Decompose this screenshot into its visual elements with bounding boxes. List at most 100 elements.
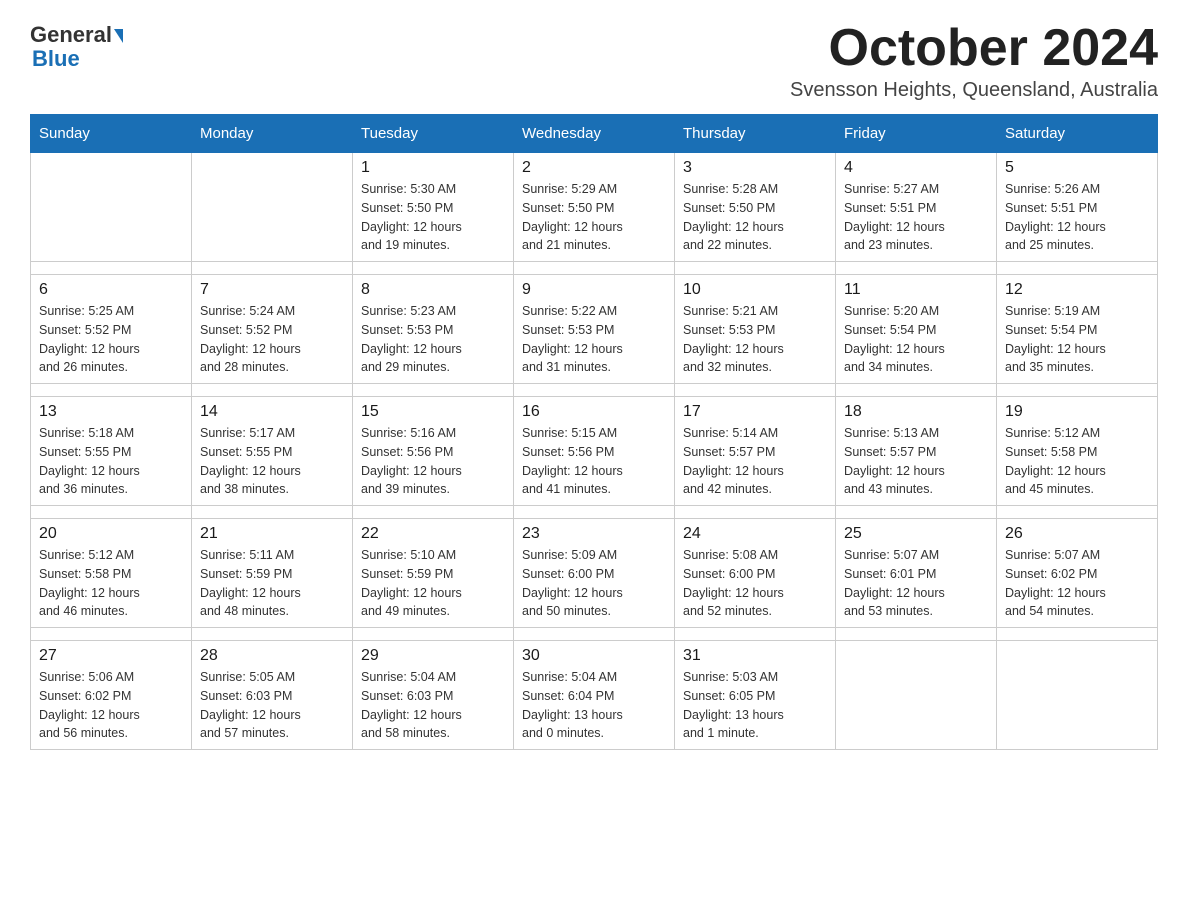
logo-triangle-icon — [114, 29, 123, 43]
calendar-cell: 1Sunrise: 5:30 AM Sunset: 5:50 PM Daylig… — [353, 153, 514, 262]
logo-blue-text: Blue — [30, 48, 80, 70]
day-info: Sunrise: 5:25 AM Sunset: 5:52 PM Dayligh… — [39, 302, 183, 377]
calendar-cell: 7Sunrise: 5:24 AM Sunset: 5:52 PM Daylig… — [192, 275, 353, 384]
day-info: Sunrise: 5:27 AM Sunset: 5:51 PM Dayligh… — [844, 180, 988, 255]
calendar-cell: 26 Sunrise: 5:07 AM Sunset: 6:02 PM Dayli… — [997, 519, 1158, 628]
day-number: 2 — [522, 159, 666, 177]
day-number: 11 — [844, 281, 988, 299]
day-number: 1 — [361, 159, 505, 177]
day-number: 20 — [39, 525, 183, 543]
calendar-cell: 2 Sunrise: 5:29 AM Sunset: 5:50 PM Daylig… — [514, 153, 675, 262]
day-number: 9 — [522, 281, 666, 299]
day-info: Sunrise: 5:26 AM Sunset: 5:51 PM Dayligh… — [1005, 180, 1149, 255]
day-info: Sunrise: 5:15 AM Sunset: 5:56 PM Dayligh… — [522, 424, 666, 499]
calendar-cell — [836, 641, 997, 750]
calendar-cell: 17 Sunrise: 5:14 AM Sunset: 5:57 PM Dayli… — [675, 397, 836, 506]
day-info: Sunrise: 5:07 AM Sunset: 6:01 PM Dayligh… — [844, 546, 988, 621]
col-header-saturday: Saturday — [997, 115, 1158, 153]
calendar-cell: 30 Sunrise: 5:04 AM Sunset: 6:04 PM Dayli… — [514, 641, 675, 750]
calendar-cell: 14 Sunrise: 5:17 AM Sunset: 5:55 PM Dayli… — [192, 397, 353, 506]
calendar-cell — [997, 641, 1158, 750]
calendar-cell: 12 Sunrise: 5:19 AM Sunset: 5:54 PM Dayli… — [997, 275, 1158, 384]
day-info: Sunrise: 5:20 AM Sunset: 5:54 PM Dayligh… — [844, 302, 988, 377]
calendar-cell: 27 Sunrise: 5:06 AM Sunset: 6:02 PM Dayli… — [31, 641, 192, 750]
calendar-cell: 6 Sunrise: 5:25 AM Sunset: 5:52 PM Daylig… — [31, 275, 192, 384]
week-row-0: 1Sunrise: 5:30 AM Sunset: 5:50 PM Daylig… — [31, 153, 1158, 262]
week-divider — [31, 628, 1158, 641]
day-info: Sunrise: 5:17 AM Sunset: 5:55 PM Dayligh… — [200, 424, 344, 499]
week-row-1: 6 Sunrise: 5:25 AM Sunset: 5:52 PM Daylig… — [31, 275, 1158, 384]
day-number: 8 — [361, 281, 505, 299]
calendar-cell: 9 Sunrise: 5:22 AM Sunset: 5:53 PM Daylig… — [514, 275, 675, 384]
day-number: 23 — [522, 525, 666, 543]
col-header-tuesday: Tuesday — [353, 115, 514, 153]
day-number: 27 — [39, 647, 183, 665]
calendar-cell: 16 Sunrise: 5:15 AM Sunset: 5:56 PM Dayli… — [514, 397, 675, 506]
day-number: 5 — [1005, 159, 1149, 177]
calendar-cell: 5 Sunrise: 5:26 AM Sunset: 5:51 PM Daylig… — [997, 153, 1158, 262]
logo-general-line: General — [30, 24, 123, 46]
calendar-cell: 4 Sunrise: 5:27 AM Sunset: 5:51 PM Daylig… — [836, 153, 997, 262]
day-number: 15 — [361, 403, 505, 421]
day-number: 26 — [1005, 525, 1149, 543]
col-header-wednesday: Wednesday — [514, 115, 675, 153]
day-number: 19 — [1005, 403, 1149, 421]
day-info: Sunrise: 5:19 AM Sunset: 5:54 PM Dayligh… — [1005, 302, 1149, 377]
col-header-friday: Friday — [836, 115, 997, 153]
calendar-cell: 8 Sunrise: 5:23 AM Sunset: 5:53 PM Daylig… — [353, 275, 514, 384]
day-info: Sunrise: 5:24 AM Sunset: 5:52 PM Dayligh… — [200, 302, 344, 377]
logo-general-text: General — [30, 22, 112, 47]
title-block: October 2024 Svensson Heights, Queenslan… — [790, 20, 1158, 102]
logo: General Blue — [30, 20, 123, 70]
day-info: Sunrise: 5:16 AM Sunset: 5:56 PM Dayligh… — [361, 424, 505, 499]
calendar-cell: 28 Sunrise: 5:05 AM Sunset: 6:03 PM Dayli… — [192, 641, 353, 750]
day-number: 29 — [361, 647, 505, 665]
calendar-cell: 11 Sunrise: 5:20 AM Sunset: 5:54 PM Dayli… — [836, 275, 997, 384]
calendar-cell: 23 Sunrise: 5:09 AM Sunset: 6:00 PM Dayli… — [514, 519, 675, 628]
calendar-cell: 22Sunrise: 5:10 AM Sunset: 5:59 PM Dayli… — [353, 519, 514, 628]
day-info: Sunrise: 5:06 AM Sunset: 6:02 PM Dayligh… — [39, 668, 183, 743]
day-info: Sunrise: 5:23 AM Sunset: 5:53 PM Dayligh… — [361, 302, 505, 377]
day-info: Sunrise: 5:29 AM Sunset: 5:50 PM Dayligh… — [522, 180, 666, 255]
calendar-table: SundayMondayTuesdayWednesdayThursdayFrid… — [30, 114, 1158, 750]
day-number: 30 — [522, 647, 666, 665]
day-info: Sunrise: 5:03 AM Sunset: 6:05 PM Dayligh… — [683, 668, 827, 743]
calendar-cell: 20 Sunrise: 5:12 AM Sunset: 5:58 PM Dayli… — [31, 519, 192, 628]
day-number: 4 — [844, 159, 988, 177]
day-number: 25 — [844, 525, 988, 543]
calendar-cell: 24Sunrise: 5:08 AM Sunset: 6:00 PM Dayli… — [675, 519, 836, 628]
day-number: 28 — [200, 647, 344, 665]
day-number: 12 — [1005, 281, 1149, 299]
day-info: Sunrise: 5:04 AM Sunset: 6:03 PM Dayligh… — [361, 668, 505, 743]
day-info: Sunrise: 5:05 AM Sunset: 6:03 PM Dayligh… — [200, 668, 344, 743]
day-info: Sunrise: 5:22 AM Sunset: 5:53 PM Dayligh… — [522, 302, 666, 377]
month-title: October 2024 — [790, 20, 1158, 77]
day-info: Sunrise: 5:09 AM Sunset: 6:00 PM Dayligh… — [522, 546, 666, 621]
day-info: Sunrise: 5:12 AM Sunset: 5:58 PM Dayligh… — [39, 546, 183, 621]
calendar-cell — [31, 153, 192, 262]
calendar-cell: 31Sunrise: 5:03 AM Sunset: 6:05 PM Dayli… — [675, 641, 836, 750]
day-number: 14 — [200, 403, 344, 421]
day-number: 16 — [522, 403, 666, 421]
day-number: 17 — [683, 403, 827, 421]
day-info: Sunrise: 5:04 AM Sunset: 6:04 PM Dayligh… — [522, 668, 666, 743]
calendar-cell: 29 Sunrise: 5:04 AM Sunset: 6:03 PM Dayli… — [353, 641, 514, 750]
week-row-4: 27 Sunrise: 5:06 AM Sunset: 6:02 PM Dayli… — [31, 641, 1158, 750]
day-info: Sunrise: 5:07 AM Sunset: 6:02 PM Dayligh… — [1005, 546, 1149, 621]
day-info: Sunrise: 5:18 AM Sunset: 5:55 PM Dayligh… — [39, 424, 183, 499]
day-number: 6 — [39, 281, 183, 299]
col-header-monday: Monday — [192, 115, 353, 153]
day-info: Sunrise: 5:10 AM Sunset: 5:59 PM Dayligh… — [361, 546, 505, 621]
calendar-cell: 15 Sunrise: 5:16 AM Sunset: 5:56 PM Dayli… — [353, 397, 514, 506]
week-row-2: 13Sunrise: 5:18 AM Sunset: 5:55 PM Dayli… — [31, 397, 1158, 506]
week-divider — [31, 262, 1158, 275]
day-info: Sunrise: 5:21 AM Sunset: 5:53 PM Dayligh… — [683, 302, 827, 377]
day-number: 24 — [683, 525, 827, 543]
calendar-cell: 25 Sunrise: 5:07 AM Sunset: 6:01 PM Dayli… — [836, 519, 997, 628]
day-number: 18 — [844, 403, 988, 421]
location-title: Svensson Heights, Queensland, Australia — [790, 79, 1158, 102]
day-info: Sunrise: 5:14 AM Sunset: 5:57 PM Dayligh… — [683, 424, 827, 499]
calendar-cell — [192, 153, 353, 262]
day-info: Sunrise: 5:28 AM Sunset: 5:50 PM Dayligh… — [683, 180, 827, 255]
day-info: Sunrise: 5:13 AM Sunset: 5:57 PM Dayligh… — [844, 424, 988, 499]
